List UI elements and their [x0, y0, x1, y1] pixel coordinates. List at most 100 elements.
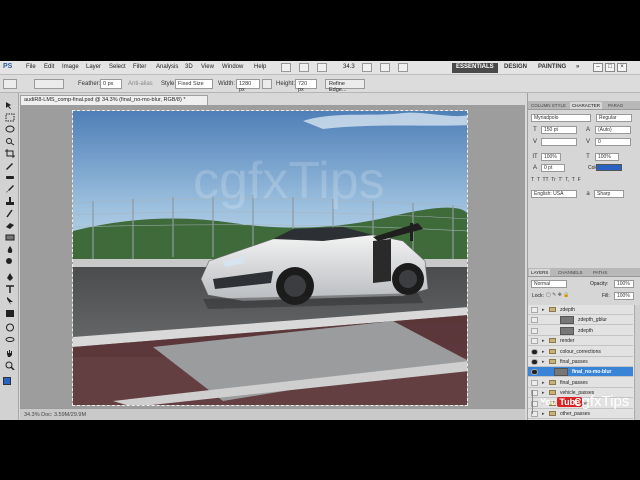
eyedropper-tool-icon[interactable] — [5, 161, 15, 170]
tab-paragraph[interactable]: PARAG — [606, 102, 625, 109]
antialias-checkbox[interactable]: Anti-alias — [128, 81, 153, 87]
eraser-tool-icon[interactable] — [5, 221, 15, 230]
font-style-select[interactable]: Regular — [596, 114, 632, 122]
gradient-tool-icon[interactable] — [5, 233, 15, 242]
lock-icons[interactable]: ▢ ✎ ✥ 🔒 — [546, 292, 570, 298]
arrange-documents-button[interactable] — [398, 63, 408, 72]
3d-rotate-tool-icon[interactable] — [5, 323, 15, 332]
text-color-swatch[interactable] — [596, 164, 622, 171]
zoom-tool-icon[interactable] — [5, 361, 15, 370]
blend-mode-select[interactable]: Normal — [531, 280, 567, 288]
layer-row[interactable]: zdepth_gblur — [528, 315, 633, 326]
shape-tool-icon[interactable] — [5, 309, 15, 318]
document-tab[interactable]: audiR8-LMS_comp-final.psd @ 34.3% (final… — [20, 95, 208, 105]
hand-tool-button[interactable] — [362, 63, 372, 72]
selection-mode-icons[interactable] — [34, 79, 64, 89]
tab-channels[interactable]: CHANNELS — [556, 269, 585, 276]
layer-row[interactable]: ▸ final_passes — [528, 357, 633, 367]
tracking-input[interactable]: 0 — [595, 138, 631, 146]
quick-select-tool-icon[interactable] — [5, 137, 15, 146]
menu-view[interactable]: View — [201, 64, 214, 70]
font-size-input[interactable]: 150 pt — [541, 126, 577, 134]
blur-tool-icon[interactable] — [5, 245, 15, 254]
layer-row[interactable]: ▸ zdepth — [528, 305, 633, 315]
expand-arrow-icon[interactable]: ▸ — [542, 349, 545, 355]
width-input[interactable]: 1280 px — [236, 79, 260, 93]
zoom-level[interactable]: 34.3 — [343, 64, 355, 70]
marquee-tool-icon[interactable] — [5, 113, 15, 122]
vertical-scale-input[interactable]: 100% — [541, 153, 561, 161]
pen-tool-icon[interactable] — [5, 273, 15, 282]
tab-character[interactable]: CHARACTER — [570, 102, 603, 109]
visibility-eye-icon[interactable] — [531, 348, 538, 355]
feather-input[interactable]: 0 px — [100, 79, 122, 89]
bridge-button[interactable] — [281, 63, 291, 72]
visibility-eye-icon[interactable] — [531, 327, 538, 334]
layer-row[interactable]: ▸ other_passes — [528, 409, 633, 419]
layer-row[interactable]: final_no-mo-blur — [528, 367, 633, 378]
history-brush-tool-icon[interactable] — [5, 209, 15, 218]
expand-arrow-icon[interactable]: ▸ — [542, 307, 545, 313]
menu-help[interactable]: Help — [254, 64, 266, 70]
minimize-icon[interactable]: – — [593, 63, 603, 72]
tab-paths[interactable]: PATHS — [591, 269, 609, 276]
menu-layer[interactable]: Layer — [86, 64, 101, 70]
path-selection-tool-icon[interactable] — [5, 297, 15, 306]
layers-scrollbar[interactable] — [634, 305, 640, 420]
visibility-eye-icon[interactable] — [531, 307, 538, 313]
menu-select[interactable]: Select — [109, 64, 126, 70]
dodge-tool-icon[interactable] — [5, 257, 15, 266]
menu-window[interactable]: Window — [222, 64, 243, 70]
menu-image[interactable]: Image — [62, 64, 79, 70]
marquee-preset-icon[interactable] — [3, 79, 17, 89]
clone-stamp-tool-icon[interactable] — [5, 197, 15, 206]
minibridge-button[interactable] — [299, 63, 309, 72]
hand-tool-icon[interactable] — [5, 349, 15, 358]
workspace-painting[interactable]: PAINTING — [534, 63, 570, 73]
layer-row[interactable]: ▸ render — [528, 336, 633, 347]
menu-file[interactable]: File — [26, 64, 36, 70]
menu-analysis[interactable]: Analysis — [156, 64, 178, 70]
height-input[interactable]: 720 px — [295, 79, 317, 93]
workspace-essentials[interactable]: ESSENTIALS — [452, 63, 498, 73]
opacity-input[interactable]: 100% — [614, 280, 634, 288]
antialias-select[interactable]: Sharp — [594, 190, 624, 198]
visibility-eye-icon[interactable] — [531, 369, 538, 376]
expand-arrow-icon[interactable]: ▸ — [542, 411, 545, 417]
close-icon[interactable]: × — [617, 63, 627, 72]
text-style-buttons[interactable]: T T TT Tr T' T, T F — [531, 177, 636, 185]
rotate-view-button[interactable] — [380, 63, 390, 72]
type-tool-icon[interactable] — [5, 285, 15, 294]
expand-arrow-icon[interactable]: ▸ — [542, 380, 545, 386]
view-extras-button[interactable] — [317, 63, 327, 72]
refine-edge-button[interactable]: Refine Edge... — [325, 79, 365, 93]
kerning-input[interactable] — [541, 138, 577, 146]
layer-row[interactable]: ▸ colour_corrections — [528, 347, 633, 357]
3d-orbit-tool-icon[interactable] — [5, 335, 15, 344]
tab-layers[interactable]: LAYERS — [529, 269, 551, 276]
expand-arrow-icon[interactable]: ▸ — [542, 359, 545, 365]
visibility-eye-icon[interactable] — [531, 338, 538, 345]
menu-3d[interactable]: 3D — [185, 64, 193, 70]
crop-tool-icon[interactable] — [5, 149, 15, 158]
language-select[interactable]: English: USA — [531, 190, 577, 198]
visibility-eye-icon[interactable] — [531, 379, 538, 386]
canvas-image[interactable]: cgfxTips — [72, 110, 468, 406]
menu-filter[interactable]: Filter — [133, 64, 146, 70]
visibility-eye-icon[interactable] — [531, 359, 538, 365]
expand-arrow-icon[interactable]: ▸ — [542, 338, 545, 344]
layer-row[interactable]: ▸ final_passes — [528, 378, 633, 388]
lasso-tool-icon[interactable] — [5, 125, 15, 134]
workspace-more[interactable]: » — [572, 63, 583, 73]
move-tool-icon[interactable] — [5, 101, 15, 110]
foreground-color-swatch[interactable] — [3, 377, 11, 385]
workspace-design[interactable]: DESIGN — [500, 63, 531, 73]
layer-row[interactable]: zdepth — [528, 326, 633, 336]
baseline-shift-input[interactable]: 0 pt — [541, 164, 565, 172]
expand-arrow-icon[interactable]: ▸ — [542, 390, 545, 396]
healing-brush-tool-icon[interactable] — [5, 173, 15, 182]
visibility-eye-icon[interactable] — [531, 317, 538, 324]
horizontal-scale-input[interactable]: 100% — [595, 153, 619, 161]
menu-edit[interactable]: Edit — [44, 64, 54, 70]
maximize-icon[interactable]: □ — [605, 63, 615, 72]
